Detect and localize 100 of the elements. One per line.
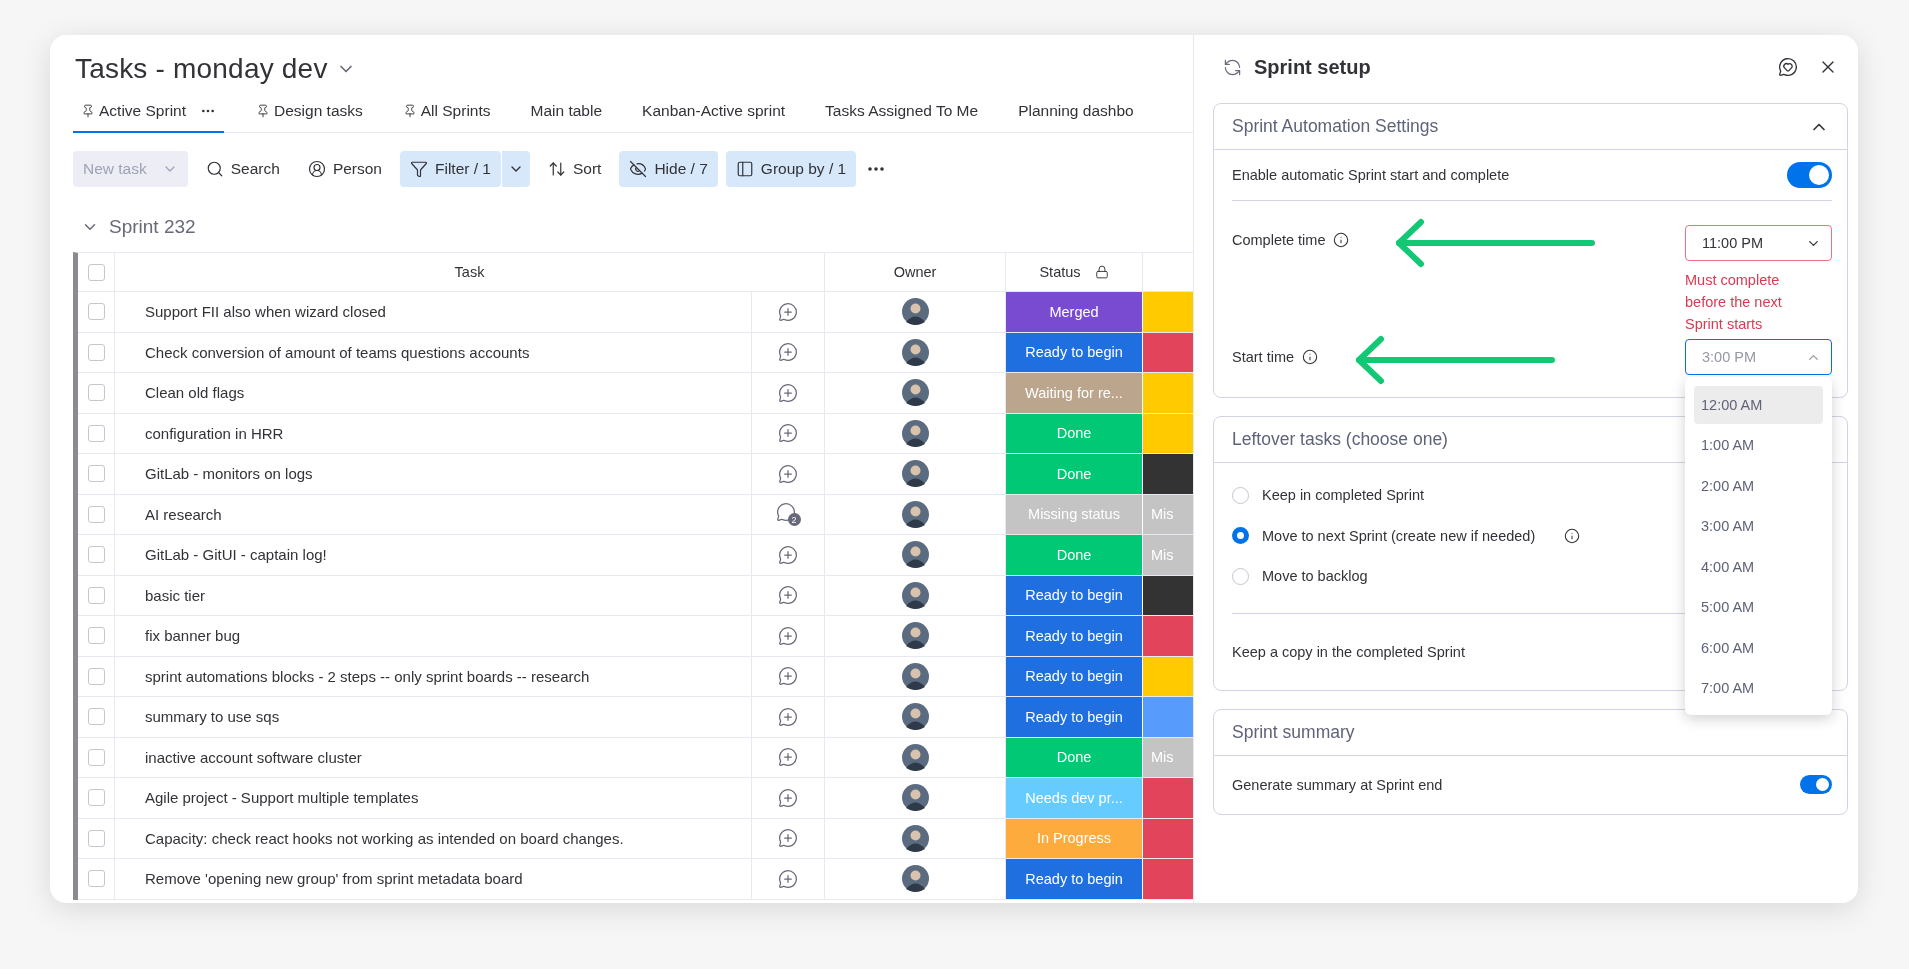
option-label: Keep in completed Sprint (1262, 487, 1424, 504)
checkbox[interactable] (87, 465, 105, 483)
time-option[interactable]: 6:00 AM (1694, 629, 1823, 667)
toggle-switch[interactable] (1787, 162, 1832, 188)
panel-title: Sprint setup (1254, 55, 1372, 79)
task-name: sprint automations blocks - 2 steps -- only sprint boards -- research (145, 667, 590, 685)
task-name: Clean old flags (145, 384, 245, 402)
checkbox[interactable] (87, 586, 105, 604)
sprint-icon (1223, 57, 1242, 77)
more-icon (868, 167, 885, 171)
status-label[interactable]: Ready to begin (1006, 656, 1143, 696)
checkbox[interactable] (87, 870, 105, 888)
sort-button[interactable]: Sort (538, 151, 612, 187)
column-header: Owner (893, 264, 937, 280)
checkbox[interactable] (87, 263, 105, 281)
person-button[interactable]: Person (297, 151, 392, 187)
add-update-icon[interactable] (778, 423, 798, 444)
info-icon[interactable] (1333, 232, 1350, 248)
add-update-icon[interactable] (778, 868, 798, 889)
info-icon[interactable] (1302, 349, 1319, 365)
radio-button[interactable] (1232, 567, 1249, 585)
avatar (901, 541, 929, 569)
checkbox[interactable] (87, 748, 105, 766)
radio-button[interactable] (1232, 486, 1249, 504)
checkbox[interactable] (87, 829, 105, 847)
sort-icon (548, 160, 566, 178)
checkbox[interactable] (87, 505, 105, 523)
filter-icon (410, 160, 428, 178)
person-icon (307, 160, 326, 178)
add-update-icon[interactable] (778, 585, 798, 606)
column-cell: Mis (1143, 494, 1193, 534)
time-option[interactable]: 7:00 AM (1694, 669, 1823, 707)
status-label[interactable]: Ready to begin (1006, 575, 1143, 615)
toggle-switch[interactable] (1800, 775, 1832, 794)
status-label[interactable]: Merged (1006, 292, 1143, 332)
view-tab[interactable]: Kanban-Active sprint (634, 91, 794, 133)
checkbox[interactable] (87, 384, 105, 402)
view-tab[interactable]: Tasks Assigned To Me (817, 91, 987, 133)
avatar (901, 743, 929, 771)
add-update-icon[interactable] (778, 544, 798, 565)
hide-button[interactable]: Hide / 7 (619, 151, 718, 187)
add-update-icon[interactable] (778, 747, 798, 768)
time-option[interactable]: 12:00 AM (1694, 386, 1823, 424)
view-tab[interactable]: Active Sprint (73, 91, 224, 133)
section-title: Leftover tasks (choose one) (1232, 429, 1448, 450)
add-update-icon[interactable] (778, 382, 798, 403)
task-name: GitLab - GitUI - captain log! (145, 546, 327, 564)
view-tab[interactable]: Planning dashbo (1010, 91, 1142, 133)
group-button[interactable]: Group by / 1 (725, 151, 857, 187)
status-label[interactable]: Ready to begin (1006, 332, 1143, 372)
column-cell: Mis (1143, 535, 1193, 575)
add-update-icon[interactable] (778, 625, 798, 646)
checkbox[interactable] (87, 343, 105, 361)
column-header: Task (454, 264, 485, 280)
time-option[interactable]: 5:00 AM (1694, 588, 1823, 626)
info-icon[interactable] (1564, 527, 1581, 544)
setting-label: Complete time (1232, 232, 1326, 248)
time-option[interactable]: 2:00 AM (1694, 467, 1823, 505)
status-label[interactable]: Ready to begin (1006, 697, 1143, 737)
board-title: Tasks - monday dev (75, 53, 328, 85)
add-update-icon[interactable] (778, 706, 798, 727)
checkbox[interactable] (87, 546, 105, 564)
status-label[interactable]: Ready to begin (1006, 616, 1143, 656)
error-message: Must complete before the next Sprint starts (1685, 271, 1783, 334)
view-tab[interactable]: Main table (522, 91, 611, 133)
view-tab[interactable]: Design tasks (248, 91, 371, 133)
time-option[interactable]: 3:00 AM (1694, 507, 1823, 545)
task-name: Remove 'opening new group' from sprint metadata board (145, 870, 523, 888)
setting-label: Start time (1232, 349, 1295, 365)
add-update-icon[interactable] (778, 342, 798, 363)
view-tab[interactable]: All Sprints (394, 91, 499, 133)
radio-button[interactable] (1232, 527, 1249, 545)
add-update-icon[interactable] (778, 787, 798, 808)
status-label[interactable]: Ready to begin (1006, 859, 1143, 899)
option-label: Move to backlog (1262, 568, 1368, 585)
setting-label: Enable automatic Sprint start and complete (1232, 167, 1510, 183)
add-update-icon[interactable] (778, 666, 798, 687)
checkbox[interactable] (87, 424, 105, 442)
task-name: Capacity: check react hooks not working as intended on board changes. (145, 829, 624, 847)
avatar (901, 500, 929, 528)
time-option[interactable]: 1:00 AM (1694, 426, 1823, 464)
heart-chat-icon (1778, 57, 1798, 77)
avatar (901, 338, 929, 366)
add-update-icon[interactable] (778, 463, 798, 484)
avatar (901, 581, 929, 609)
time-option[interactable]: 4:00 AM (1694, 548, 1823, 586)
add-update-icon[interactable] (778, 828, 798, 849)
add-update-icon[interactable] (778, 301, 798, 322)
checkbox[interactable] (87, 667, 105, 685)
task-name: configuration in HRR (145, 424, 284, 442)
time-select[interactable]: 11:00 PM (1685, 225, 1832, 261)
filter-menu-button[interactable] (501, 151, 530, 187)
checkbox[interactable] (87, 789, 105, 807)
checkbox[interactable] (87, 303, 105, 321)
filter-button[interactable]: Filter / 1 (400, 151, 501, 187)
checkbox[interactable] (87, 708, 105, 726)
task-name: basic tier (145, 586, 206, 604)
checkbox[interactable] (87, 627, 105, 645)
group-title: Sprint 232 (109, 216, 196, 238)
search-button[interactable]: Search (195, 151, 290, 187)
